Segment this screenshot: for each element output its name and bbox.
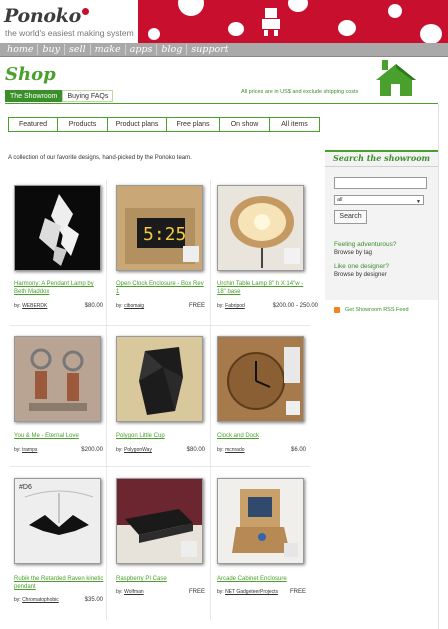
category-select[interactable]: all ▼ — [334, 195, 424, 205]
rss-label: Get Showroom RSS Feed — [345, 307, 409, 313]
product-title[interactable]: Urchin Table Lamp 8" h X 14"w - 18" base — [217, 280, 309, 296]
svg-text:#D6: #D6 — [19, 484, 32, 491]
product-price: $80.00 — [84, 303, 103, 309]
search-input[interactable] — [334, 177, 427, 189]
product-image[interactable] — [217, 478, 304, 564]
page-title: Shop — [5, 64, 56, 85]
chevron-down-icon: ▼ — [416, 199, 421, 205]
subtab-on-show[interactable]: On show — [220, 117, 270, 132]
grid-divider — [210, 180, 211, 620]
divider — [438, 104, 439, 629]
nav-support[interactable]: support — [187, 44, 232, 55]
browse-by-designer-link[interactable]: Browse by designer — [334, 272, 387, 278]
product-image[interactable] — [217, 185, 304, 271]
product-title[interactable]: You & Me - Eternal Love — [14, 432, 106, 440]
product-price: FREE — [188, 303, 205, 309]
product-designer: by: mcnrado — [217, 447, 245, 453]
product-designer: by: NET GadgeteerProjects — [217, 589, 279, 595]
product-price: $6.00 — [290, 447, 306, 453]
product-price: FREE — [188, 589, 205, 595]
main-nav: home buy sell make apps blog support — [0, 43, 448, 57]
product-designer: by: PolygonWay — [116, 447, 152, 453]
nav-home[interactable]: home — [3, 44, 39, 55]
nav-blog[interactable]: blog — [157, 44, 188, 55]
intro-text: A collection of our favorite designs, ha… — [8, 155, 192, 161]
header-splash-art — [138, 0, 448, 43]
subtab-featured[interactable]: Featured — [8, 117, 58, 132]
rss-feed-link[interactable]: Get Showroom RSS Feed — [334, 307, 409, 313]
like-one-designer-link[interactable]: Like one designer? — [334, 263, 389, 270]
divider — [8, 131, 320, 132]
product-designer: by: Wolfman — [116, 589, 144, 595]
product-image[interactable] — [14, 336, 101, 422]
product-image[interactable] — [116, 336, 203, 422]
search-sidebar: Search the showroom all ▼ Search Feeling … — [325, 150, 438, 300]
divider — [325, 166, 438, 167]
grid-divider — [10, 325, 310, 326]
product-title[interactable]: Open Clock Enclosure - Box Rev 1 — [116, 280, 208, 296]
feeling-adventurous-link[interactable]: Feeling adventurous? — [334, 241, 397, 248]
product-price: $80.00 — [186, 447, 205, 453]
product-designer: by: tramps — [14, 447, 38, 453]
product-image[interactable] — [217, 336, 304, 422]
search-button[interactable]: Search — [334, 210, 367, 224]
product-price: $35.00 — [84, 597, 103, 603]
product-title[interactable]: Clock and Dock — [217, 432, 309, 440]
product-title[interactable]: Arcade Cabinet Enclosure — [217, 575, 309, 583]
tagline: the world's easiest making system — [5, 28, 134, 38]
product-image[interactable]: #D6 — [14, 478, 101, 564]
svg-text:5:25: 5:25 — [143, 224, 186, 245]
tab-the-showroom[interactable]: The Showroom — [5, 90, 63, 102]
divider — [5, 103, 438, 104]
grid-divider — [10, 466, 310, 467]
product-designer: by: Fabripod — [217, 303, 245, 309]
product-image[interactable] — [116, 478, 203, 564]
shop-tabs: The Showroom Buying FAQs — [5, 90, 114, 102]
product-designer: by: Chromatophobic — [14, 597, 59, 603]
browse-by-tag-link[interactable]: Browse by tag — [334, 250, 372, 256]
showroom-subtabs: Featured Products Product plans Free pla… — [8, 117, 320, 132]
product-image[interactable]: 5:25 — [116, 185, 203, 271]
product-title[interactable]: Rubik the Retarded Raven kinetic pendant — [14, 575, 106, 591]
price-note: All prices are in US$ and exclude shippi… — [241, 89, 359, 95]
nav-buy[interactable]: buy — [38, 44, 66, 55]
product-title[interactable]: Polygon Little Cup — [116, 432, 208, 440]
rss-icon — [334, 307, 340, 313]
ponoko-logo[interactable]: Ponoko — [4, 5, 89, 27]
subtab-all-items[interactable]: All items — [270, 117, 320, 132]
subtab-product-plans[interactable]: Product plans — [108, 117, 167, 132]
product-image[interactable] — [14, 185, 101, 271]
subtab-free-plans[interactable]: Free plans — [167, 117, 220, 132]
subtab-products[interactable]: Products — [58, 117, 108, 132]
product-designer: by: cibomaig — [116, 303, 145, 309]
product-price: $200.00 - 250.00 — [272, 303, 318, 309]
sidebar-title: Search the showroom — [333, 153, 431, 163]
product-price: FREE — [289, 589, 306, 595]
product-title[interactable]: Raspberry PI Case — [116, 575, 208, 583]
product-title[interactable]: Harmony: A Pendant Lamp by Beth Maddox — [14, 280, 106, 296]
product-designer: by: WEBERDK — [14, 303, 48, 309]
nav-sell[interactable]: sell — [65, 44, 91, 55]
nav-apps[interactable]: apps — [126, 44, 158, 55]
grid-divider — [106, 180, 107, 620]
robot-silhouette-icon — [262, 8, 280, 36]
product-price: $200.00 — [81, 447, 103, 453]
tab-buying-faqs[interactable]: Buying FAQs — [62, 90, 114, 102]
house-icon — [376, 60, 416, 96]
site-header: Ponoko the world's easiest making system — [0, 0, 448, 43]
nav-make[interactable]: make — [91, 44, 126, 55]
